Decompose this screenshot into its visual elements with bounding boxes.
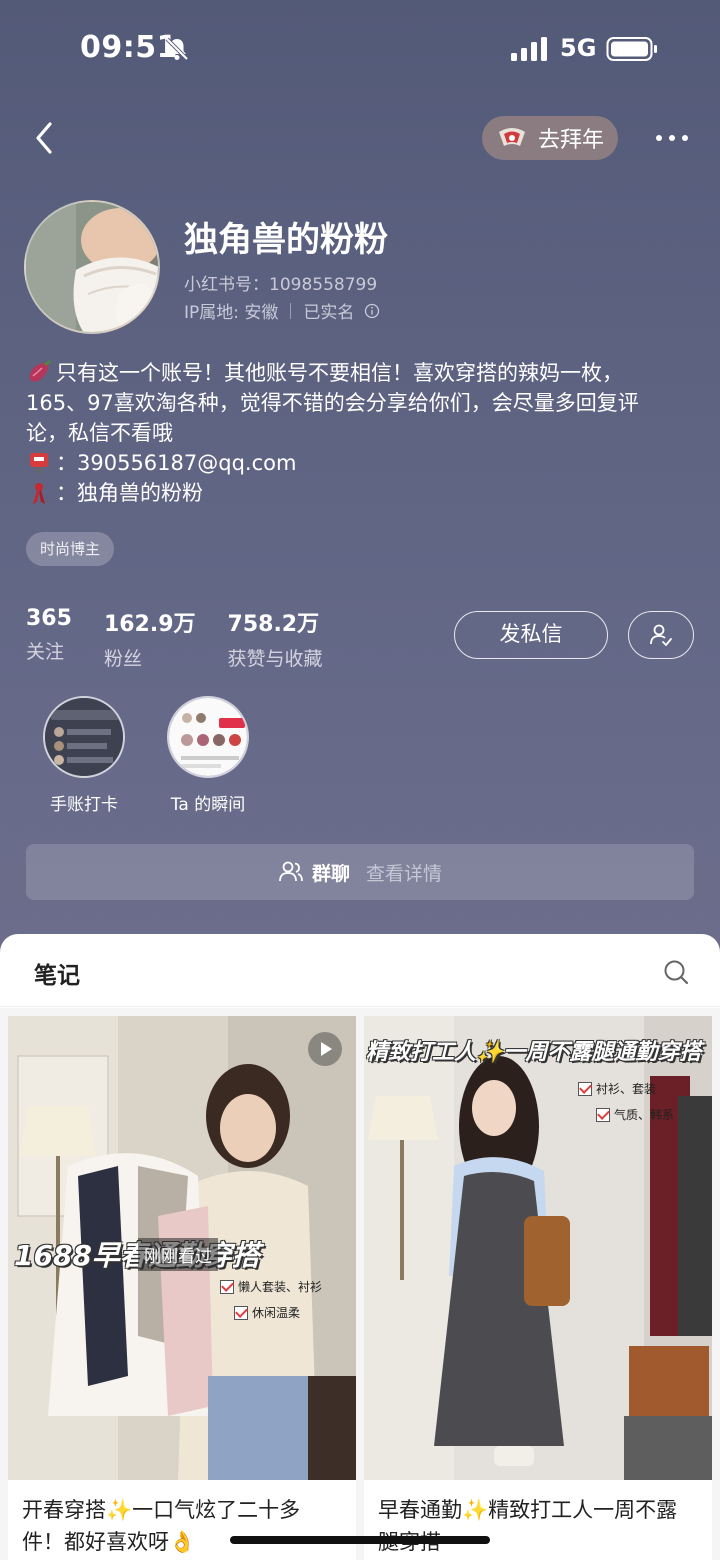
notes-panel: 笔记 1688早春通勤穿搭 刚刚看过 懒人套装、衬衫 休闲温柔 开春穿搭✨一口气… [0,934,720,1560]
search-icon[interactable] [662,958,690,986]
stat-label: 粉丝 [103,648,142,670]
note-title: 开春穿搭✨一口气炫了二十多件！都好喜欢呀👌 [22,1498,301,1554]
profile-ip-row: IP属地: 安徽 已实名 [184,298,380,323]
profile-bio: 只有这一个账号！其他账号不要相信！喜欢穿搭的辣妈一枚， 165、97喜欢淘各种，… [26,358,686,508]
bio-line: 只有这一个账号！其他账号不要相信！喜欢穿搭的辣妈一枚， [26,358,686,388]
bio-line: ：独角兽的粉粉 [26,478,686,508]
cover-check-item: 衬衫、套装 [578,1080,656,1097]
collection-journal-checkin[interactable]: 手账打卡 [24,696,144,815]
collection-label: 手账打卡 [50,795,118,815]
collection-thumbnail-image [169,698,247,776]
cover-check-text: 休闲温柔 [252,1306,301,1320]
checkbox-icon [578,1081,592,1096]
divider [290,302,292,319]
note-title: 早春通勤✨精致打工人一周不露腿穿搭 [378,1498,678,1554]
new-year-greeting-label: 去拜年 [538,128,605,153]
bio-line: 165、97喜欢淘各种，觉得不错的会分享给你们，会尽量多回复评 [26,388,686,418]
info-icon[interactable] [364,303,380,319]
profile-id[interactable]: 小红书号：1098558799 [184,270,377,295]
note-cover: 1688早春通勤穿搭 刚刚看过 懒人套装、衬衫 休闲温柔 [8,1016,356,1480]
ribbon-icon [33,483,45,504]
cover-check-text: 气质、韩系 [614,1108,675,1122]
bio-text-1: 只有这一个账号！其他账号不要相信！喜欢穿搭的辣妈一枚， [56,361,623,385]
group-chat-detail: 查看详情 [366,862,443,885]
battery-icon [606,37,657,61]
stat-label: 关注 [26,641,65,663]
divider [0,1006,720,1007]
note-cover: 精致打工人✨一周不露腿通勤穿搭 衬衫、套装 气质、韩系 [364,1016,712,1480]
followed-user-icon [650,624,672,646]
notes-grid: 1688早春通勤穿搭 刚刚看过 懒人套装、衬衫 休闲温柔 开春穿搭✨一口气炫了二… [0,1008,720,1560]
cover-overlay-title: 1688早春通勤穿搭 [14,1239,260,1272]
tab-notes[interactable]: 笔记 [34,956,80,990]
group-chat-bar[interactable]: 群聊 查看详情 [26,844,694,900]
follow-status-button[interactable] [628,611,694,659]
cover-check-item: 气质、韩系 [596,1106,674,1123]
network-label: 5G [560,34,597,62]
cover-check-text: 衬衫、套装 [596,1082,657,1096]
bio-alt-account: ：独角兽的粉粉 [56,481,203,505]
stat-following[interactable]: 365 关注 [26,606,72,671]
highlight-collections: 手账打卡 Ta 的瞬间 [24,696,272,815]
new-year-greeting-button[interactable]: 去拜年 [482,116,618,160]
collection-thumbnail [43,696,125,778]
bio-text-2: 165、97喜欢淘各种，觉得不错的会分享给你们，会尽量多回复评 [26,391,639,415]
verified-label: 已实名 [303,303,355,323]
status-bar: 09:51 5G [0,0,720,100]
note-card[interactable]: 1688早春通勤穿搭 刚刚看过 懒人套装、衬衫 休闲温柔 开春穿搭✨一口气炫了二… [8,1016,356,1560]
avatar[interactable] [24,200,160,334]
signal-icon [511,37,547,61]
group-chat-label: 群聊 [311,862,350,885]
video-badge [308,1032,342,1066]
profile-stats: 365 关注 162.9万 粉丝 758.2万 获赞与收藏 [26,606,355,671]
home-indicator[interactable] [230,1536,490,1544]
fan-icon [499,128,525,146]
checkbox-icon [596,1107,610,1122]
stat-followers[interactable]: 162.9万 粉丝 [104,606,196,671]
cover-check-item: 懒人套装、衬衫 [220,1278,322,1295]
checkbox-icon [234,1305,248,1320]
stat-value: 365 [26,606,72,631]
send-message-button[interactable]: 发私信 [454,611,608,659]
note-cover-image [364,1016,712,1480]
play-icon [321,1042,332,1056]
cover-overlay-title: 精致打工人✨一周不露腿通勤穿搭 [366,1040,702,1065]
profile-name: 独角兽的粉粉 [184,220,388,260]
bio-email: ：390556187@qq.com [56,451,297,475]
ip-location: IP属地: 安徽 [184,303,279,323]
bio-line: 论，私信不看哦 [26,418,686,448]
sweet-potato-icon [29,360,51,382]
collection-label: Ta 的瞬间 [170,795,246,815]
avatar-image [26,202,158,332]
cover-check-item: 休闲温柔 [234,1304,300,1321]
note-card[interactable]: 精致打工人✨一周不露腿通勤穿搭 衬衫、套装 气质、韩系 早春通勤✨精致打工人一周… [364,1016,712,1560]
collection-thumbnail-image [45,698,123,776]
stat-likes-collections[interactable]: 758.2万 获赞与收藏 [228,606,323,671]
collection-moments[interactable]: Ta 的瞬间 [148,696,268,815]
group-people-icon [279,861,303,882]
bio-text-3: 论，私信不看哦 [26,421,173,445]
mute-icon [165,37,189,61]
stat-value: 162.9万 [103,612,196,637]
checkbox-icon [220,1279,234,1294]
recently-viewed-badge: 刚刚看过 [138,1238,218,1271]
creator-tag[interactable]: 时尚博主 [26,532,115,566]
mailbox-icon [30,453,48,474]
cover-check-text: 懒人套装、衬衫 [238,1280,323,1294]
stat-value: 758.2万 [227,612,320,637]
collection-thumbnail [167,696,249,778]
back-button[interactable] [28,118,64,158]
more-options-button[interactable] [652,126,692,150]
bio-line: ：390556187@qq.com [26,448,686,478]
stat-label: 获赞与收藏 [227,648,323,670]
